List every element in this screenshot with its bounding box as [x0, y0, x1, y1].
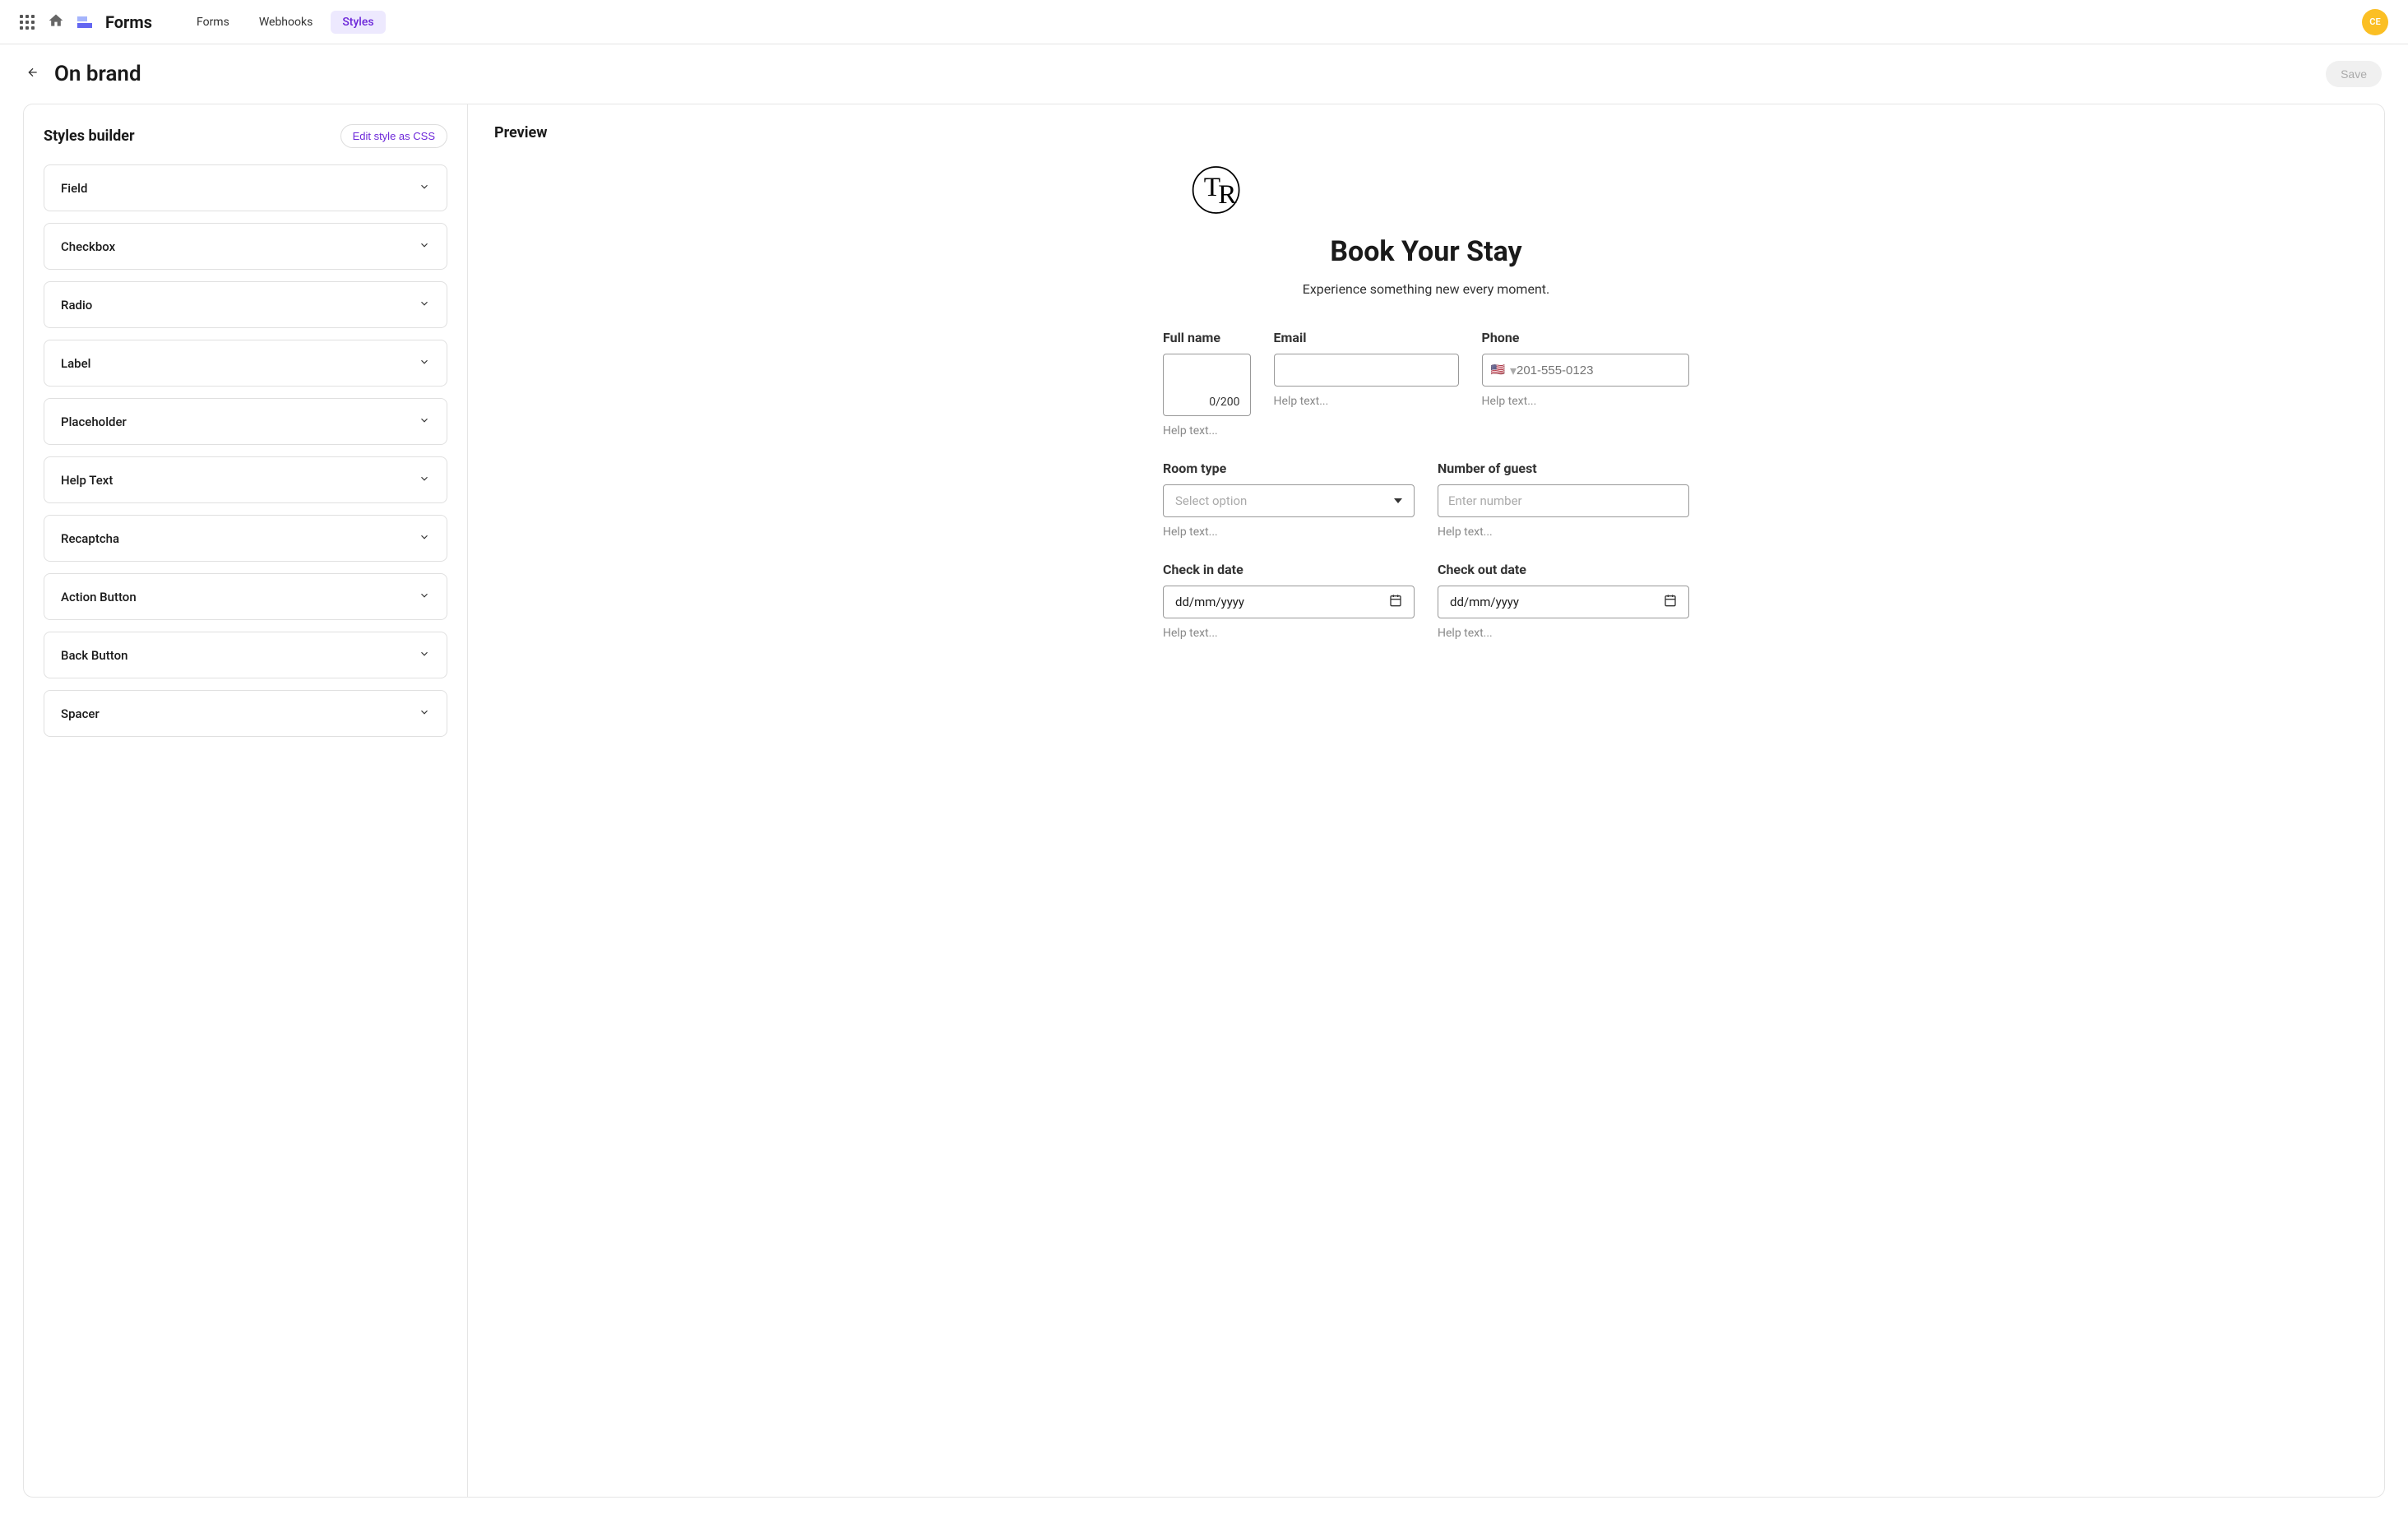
preview-subheading: Experience something new every moment. [1163, 281, 1689, 297]
back-arrow-icon[interactable] [26, 66, 39, 82]
preview-content: T R Book Your Stay Experience something … [1163, 161, 1689, 640]
roomtype-help: Help text... [1163, 526, 1415, 539]
chevron-down-icon [419, 180, 430, 196]
checkin-input[interactable]: dd/mm/yyyy [1163, 586, 1415, 618]
nav-links: Forms Webhooks Styles [185, 11, 386, 34]
preview-panel: Preview T R Book Your Stay Experience so… [468, 104, 2384, 1497]
form-row-2: Room type Select option Help text... Num… [1163, 461, 1689, 539]
checkout-placeholder: dd/mm/yyyy [1450, 595, 1519, 609]
preview-title: Preview [494, 124, 2358, 141]
chevron-down-icon [419, 530, 430, 546]
guests-placeholder: Enter number [1448, 493, 1522, 508]
preview-logo: T R [1183, 161, 1689, 219]
phone-help: Help text... [1482, 395, 1689, 408]
accordion-back-button[interactable]: Back Button [44, 632, 447, 678]
dropdown-arrow-icon [1394, 498, 1402, 503]
save-button[interactable]: Save [2326, 61, 2382, 87]
email-help: Help text... [1274, 395, 1459, 408]
guests-field: Number of guest Enter number Help text..… [1438, 461, 1689, 539]
accordion-label: Recaptcha [61, 531, 119, 546]
accordion-action-button[interactable]: Action Button [44, 573, 447, 620]
fullname-help: Help text... [1163, 424, 1251, 438]
page-title: On brand [54, 62, 141, 86]
avatar[interactable]: CE [2362, 9, 2388, 35]
accordion-label: Radio [61, 298, 92, 313]
accordion-recaptcha[interactable]: Recaptcha [44, 515, 447, 562]
home-icon[interactable] [48, 12, 64, 32]
accordion-placeholder[interactable]: Placeholder [44, 398, 447, 445]
chevron-down-icon [419, 297, 430, 313]
chevron-down-icon [419, 355, 430, 371]
accordion-label: Placeholder [61, 414, 127, 429]
roomtype-label: Room type [1163, 461, 1415, 476]
styles-builder-panel: Styles builder Edit style as CSS Field Ch… [24, 104, 468, 1497]
roomtype-placeholder: Select option [1175, 493, 1247, 508]
chevron-down-icon [419, 414, 430, 429]
topbar: Forms Forms Webhooks Styles CE [0, 0, 2408, 44]
svg-text:R: R [1218, 179, 1237, 210]
chevron-down-icon [419, 706, 430, 721]
checkin-placeholder: dd/mm/yyyy [1175, 595, 1244, 609]
accordion-label: Help Text [61, 473, 113, 488]
fullname-input[interactable]: 0/200 [1163, 354, 1251, 416]
checkout-input[interactable]: dd/mm/yyyy [1438, 586, 1689, 618]
phone-label: Phone [1482, 330, 1689, 345]
roomtype-field: Room type Select option Help text... [1163, 461, 1415, 539]
phone-input[interactable] [1517, 363, 1680, 377]
app-title: Forms [105, 12, 152, 32]
accordion-checkbox[interactable]: Checkbox [44, 223, 447, 270]
flag-icon[interactable]: 🇺🇸 [1491, 363, 1505, 377]
preview-heading: Book Your Stay [1163, 235, 1689, 268]
page-header-left: On brand [26, 62, 141, 86]
main-container: Styles builder Edit style as CSS Field Ch… [23, 104, 2385, 1498]
fullname-field: Full name 0/200 Help text... [1163, 330, 1251, 438]
guests-input[interactable]: Enter number [1438, 484, 1689, 517]
styles-header: Styles builder Edit style as CSS [44, 124, 447, 148]
accordion-label: Back Button [61, 648, 127, 663]
email-input[interactable] [1274, 354, 1459, 387]
phone-input-wrapper[interactable]: 🇺🇸 ▾ [1482, 354, 1689, 387]
logo-icon [77, 16, 92, 28]
accordion-label: Field [61, 181, 87, 196]
styles-builder-title: Styles builder [44, 127, 135, 145]
calendar-icon [1389, 594, 1402, 610]
checkout-help: Help text... [1438, 627, 1689, 640]
edit-css-button[interactable]: Edit style as CSS [340, 124, 447, 148]
form-row-3: Check in date dd/mm/yyyy Help text... Ch… [1163, 562, 1689, 640]
roomtype-select[interactable]: Select option [1163, 484, 1415, 517]
nav-webhooks[interactable]: Webhooks [248, 11, 325, 34]
fullname-label: Full name [1163, 330, 1251, 345]
checkout-field: Check out date dd/mm/yyyy Help text... [1438, 562, 1689, 640]
phone-field: Phone 🇺🇸 ▾ Help text... [1482, 330, 1689, 438]
guests-help: Help text... [1438, 526, 1689, 539]
chevron-down-icon [419, 589, 430, 604]
accordion-help-text[interactable]: Help Text [44, 456, 447, 503]
chevron-down-icon [419, 472, 430, 488]
chevron-down-icon [419, 238, 430, 254]
accordion-label: Spacer [61, 706, 100, 721]
accordion-field[interactable]: Field [44, 164, 447, 211]
apps-icon[interactable] [20, 15, 35, 30]
accordion-spacer[interactable]: Spacer [44, 690, 447, 737]
email-field: Email Help text... [1274, 330, 1459, 438]
accordion-label: Label [61, 356, 90, 371]
checkout-label: Check out date [1438, 562, 1689, 577]
accordion-label[interactable]: Label [44, 340, 447, 387]
calendar-icon [1664, 594, 1677, 610]
checkin-field: Check in date dd/mm/yyyy Help text... [1163, 562, 1415, 640]
page-header: On brand Save [0, 44, 2408, 104]
char-count: 0/200 [1209, 396, 1239, 409]
chevron-down-icon [419, 647, 430, 663]
topbar-left: Forms Forms Webhooks Styles [20, 11, 386, 34]
nav-styles[interactable]: Styles [331, 11, 385, 34]
accordion-radio[interactable]: Radio [44, 281, 447, 328]
nav-forms[interactable]: Forms [185, 11, 241, 34]
accordion-label: Action Button [61, 590, 137, 604]
checkin-help: Help text... [1163, 627, 1415, 640]
checkin-label: Check in date [1163, 562, 1415, 577]
email-label: Email [1274, 330, 1459, 345]
guests-label: Number of guest [1438, 461, 1689, 476]
accordion-label: Checkbox [61, 239, 115, 254]
form-row-1: Full name 0/200 Help text... Email Help … [1163, 330, 1689, 438]
